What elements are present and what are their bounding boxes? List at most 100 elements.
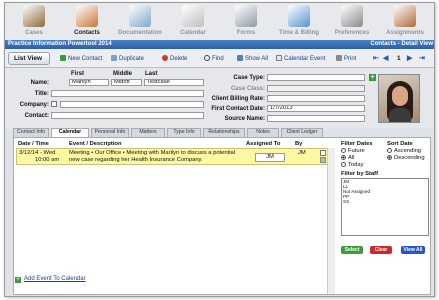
calendar-icon [182,5,204,27]
by-header: By [295,141,303,147]
calendar-event-button[interactable]: Calendar Event [276,55,325,62]
plus-icon [60,55,66,61]
nav-label: Forms [236,30,256,36]
event-description-header: Event / Description [69,141,122,147]
nav-label: Time & Billing [279,30,319,36]
print-label: Print [344,56,357,62]
tab-client-ledger[interactable]: Client Ledger [281,128,323,137]
tab-relationships[interactable]: Relationships [203,128,245,137]
list-view-button[interactable]: List View [8,52,50,65]
calendar-icon [276,55,282,61]
tab-contact-info[interactable]: Contact Info [13,128,49,137]
photo-face [392,86,408,106]
find-button[interactable]: Find [204,55,224,62]
app-window: Cases Contacts Documentation Calendar Forms T… [4,2,435,297]
first-record-icon[interactable]: ⇤ [373,54,379,62]
nav-item-preferences[interactable]: Preferences [329,5,375,39]
delete-button[interactable]: Delete [162,55,187,62]
first-name-field[interactable]: Marilyn [69,79,109,86]
contact-label: Contact: [24,113,49,119]
option-label: Today [348,162,364,168]
sort-date-label: Sort Date [387,141,413,147]
name-label: Name: [30,80,49,86]
last-name-field[interactable]: Testcase [144,79,204,86]
tab-notes[interactable]: Notes [247,128,279,137]
clear-button[interactable]: Clear [370,246,392,254]
nav-label: Documentation [118,30,162,36]
row-scroll-icon[interactable] [320,157,326,163]
case-type-field[interactable] [267,74,365,81]
first-contact-date-field[interactable]: 1/7/2013 [267,105,365,112]
gear-icon [341,5,363,27]
main-navigation: Cases Contacts Documentation Calendar Forms T… [5,3,434,40]
delete-icon [162,55,168,61]
by-value: JM [298,150,306,156]
radio-icon [341,162,346,167]
nav-label: Cases [25,30,43,36]
company-field[interactable] [60,101,204,108]
add-event-link[interactable]: + Add Event To Calendar [15,276,86,283]
case-class-label: Case Class: [230,86,265,92]
middle-name-field[interactable]: Midrift [111,79,142,86]
contact-field[interactable] [51,112,204,119]
middle-header: Middle [113,71,132,77]
event-description: Meeting • Our Office • Meeting with Mari… [69,150,236,163]
plus-icon: + [15,277,21,283]
tab-type-info[interactable]: Type Info [167,128,201,137]
company-checkbox[interactable] [51,101,57,107]
staff-list-item[interactable]: SS [342,199,428,204]
row-checkbox[interactable] [320,150,326,156]
nav-item-time-billing[interactable]: Time & Billing [276,5,322,39]
photo-shoulders [389,108,411,122]
dates-option-today[interactable]: Today [341,162,363,168]
app-title: Practice Information Powertool 2014 [8,41,112,47]
nav-item-contacts[interactable]: Contacts [64,5,110,39]
add-event-label: Add Event To Calendar [24,276,86,282]
nav-item-assignments[interactable]: Assignments [382,5,428,39]
printer-icon [336,55,342,61]
nav-item-cases[interactable]: Cases [11,5,57,39]
detail-tabs: Contact Info Calendar Personal Info Matters… [13,128,431,138]
select-all-button[interactable]: Select All [341,246,363,261]
nav-item-documentation[interactable]: Documentation [117,5,163,39]
assigned-to-field[interactable]: JM [255,153,285,162]
sort-option-ascending[interactable]: Ascending [387,148,421,154]
previous-record-icon[interactable]: ◀ [383,54,388,62]
radio-icon [387,148,392,153]
new-contact-button[interactable]: New Contact [60,55,102,62]
date-time-header: Date / Time [18,141,49,147]
dates-option-future[interactable]: Future [341,148,365,154]
view-all-button[interactable]: View All [401,246,425,254]
source-label: Source Name: [224,116,265,122]
tab-matters[interactable]: Matters [131,128,165,137]
event-date: 3/12/14 - Wed [19,150,56,156]
last-header: Last [145,71,158,77]
record-number: 1 [397,55,401,62]
duplicate-button[interactable]: Duplicate [111,55,144,62]
filter-sidebar: Filter Dates Future All Today Sort Date As… [337,138,432,296]
nav-item-forms[interactable]: Forms [223,5,269,39]
sort-option-descending[interactable]: Descending [387,155,425,161]
print-button[interactable]: Print [336,55,356,62]
source-field[interactable] [267,115,365,122]
last-record-icon[interactable]: ⇥ [419,54,425,62]
table-row[interactable]: 3/12/14 - Wed 10:00 am Meeting • Our Off… [16,148,334,165]
list-view-label: List View [14,55,43,62]
duplicate-icon [111,55,117,61]
case-class-field[interactable] [267,85,365,92]
next-record-icon[interactable]: ▶ [407,54,412,62]
add-photo-icon[interactable]: + [369,74,376,81]
briefcase-icon [23,5,45,27]
contact-photo[interactable] [378,74,420,123]
case-type-label: Case Type: [233,75,265,81]
tools-icon [394,5,416,27]
billing-rate-field[interactable] [267,95,365,102]
dates-option-all[interactable]: All [341,155,354,161]
staff-list[interactable]: JM LL Not Assigned PP SS [341,178,429,236]
scrollbar[interactable] [327,148,335,294]
show-all-button[interactable]: Show All [237,55,268,62]
tab-personal-info[interactable]: Personal Info [91,128,129,137]
nav-item-calendar[interactable]: Calendar [170,5,216,39]
title-field[interactable] [51,90,204,97]
documents-icon [129,5,151,27]
